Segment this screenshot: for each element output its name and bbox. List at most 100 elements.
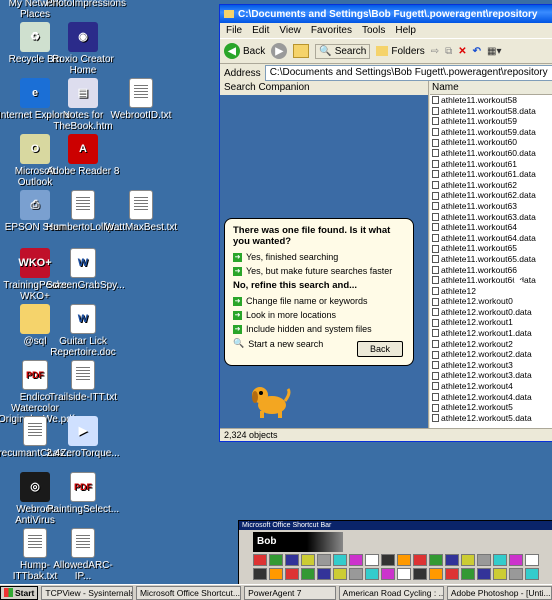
undo-icon[interactable]: ↶ xyxy=(473,46,481,57)
task-poweragent[interactable]: PowerAgent 7 xyxy=(244,585,336,600)
search-dog-icon[interactable] xyxy=(248,381,292,421)
file-row[interactable]: athlete11.workout59 xyxy=(430,116,552,127)
file-row[interactable]: athlete11.workout64 xyxy=(430,222,552,233)
file-row[interactable]: athlete11.workout58 xyxy=(430,95,552,106)
file-row[interactable]: athlete12.workout1 xyxy=(430,317,552,328)
task-photoshop[interactable]: Adobe Photoshop - [Unti... xyxy=(446,585,552,600)
shortcut-app-icon[interactable] xyxy=(525,554,539,566)
shortcut-app-icon[interactable] xyxy=(429,568,443,580)
desktop-icon-txt[interactable]: Trailside-ITT.txt xyxy=(46,360,120,403)
task-office-shortcut[interactable]: Microsoft Office Shortcut... xyxy=(135,585,242,600)
menu-edit[interactable]: Edit xyxy=(252,25,269,36)
shortcut-app-icon[interactable] xyxy=(317,568,331,580)
shortcut-app-icon[interactable] xyxy=(333,554,347,566)
shortcut-app-icon[interactable] xyxy=(317,554,331,566)
desktop-icon-word[interactable]: W Guitar Lick Repertoire.doc xyxy=(46,304,120,358)
shortcut-app-icon[interactable] xyxy=(333,568,347,580)
file-row[interactable]: athlete11.workout63 xyxy=(430,201,552,212)
file-row[interactable]: athlete12.workout4.data xyxy=(430,392,552,403)
balloon-back-button[interactable]: Back xyxy=(357,341,403,357)
shortcut-app-icon[interactable] xyxy=(285,568,299,580)
back-button[interactable]: ◀ Back xyxy=(224,43,265,59)
task-tcpview[interactable]: TCPView - Sysinternals: ... xyxy=(41,585,133,600)
task-american-road-cycling[interactable]: American Road Cycling : ... xyxy=(338,585,444,600)
file-row[interactable]: athlete11.workout65 xyxy=(430,243,552,254)
file-row[interactable]: athlete11.workout62 xyxy=(430,180,552,191)
shortcut-app-icon[interactable] xyxy=(349,568,363,580)
shortcut-app-icon[interactable] xyxy=(381,554,395,566)
desktop-icon-photoimpression[interactable]: PhotoImpressions xyxy=(46,0,126,9)
file-row[interactable]: athlete12.workout5 xyxy=(430,402,552,413)
file-row[interactable]: athlete11.workout63.data xyxy=(430,212,552,223)
file-row[interactable]: athlete12.workout2 xyxy=(430,339,552,350)
file-row[interactable]: athlete12.workout0.data xyxy=(430,307,552,318)
menu-tools[interactable]: Tools xyxy=(362,25,385,36)
shortcut-app-icon[interactable] xyxy=(445,554,459,566)
search-button[interactable]: 🔍 Search xyxy=(315,43,371,59)
option-more-locations[interactable]: ➜ Look in more locations xyxy=(233,310,405,320)
shortcut-app-icon[interactable] xyxy=(493,568,507,580)
option-yes-finished[interactable]: ➜ Yes, finished searching xyxy=(233,252,405,262)
option-change-name[interactable]: ➜ Change file name or keywords xyxy=(233,296,405,306)
menu-view[interactable]: View xyxy=(279,25,301,36)
menu-favorites[interactable]: Favorites xyxy=(311,25,352,36)
file-list[interactable]: Name athlete11.workout58 athlete11.workou… xyxy=(430,81,552,429)
shortcut-bar-title[interactable]: Microsoft Office Shortcut Bar xyxy=(239,521,552,530)
file-row[interactable]: athlete11.workout58.data xyxy=(430,106,552,117)
window-titlebar[interactable]: C:\Documents and Settings\Bob Fugett\.po… xyxy=(220,5,552,23)
file-row[interactable]: athlete11.workout59.data xyxy=(430,127,552,138)
file-row[interactable]: athlete11.workout66.data xyxy=(430,275,552,286)
address-input[interactable]: C:\Documents and Settings\Bob Fugett\.po… xyxy=(264,65,552,81)
file-row[interactable]: athlete11.workout66 xyxy=(430,265,552,276)
shortcut-app-icon[interactable] xyxy=(365,554,379,566)
shortcut-app-icon[interactable] xyxy=(445,568,459,580)
option-hidden-files[interactable]: ➜ Include hidden and system files xyxy=(233,324,405,334)
views-icon[interactable]: ▦▾ xyxy=(487,46,501,57)
desktop-icon-roxio[interactable]: ◉ Roxio Creator Home xyxy=(46,22,120,76)
shortcut-app-icon[interactable] xyxy=(413,554,427,566)
shortcut-app-icon[interactable] xyxy=(301,554,315,566)
file-row[interactable]: athlete11.workout65.data xyxy=(430,254,552,265)
file-row[interactable]: athlete12.workout2.data xyxy=(430,349,552,360)
shortcut-app-icon[interactable] xyxy=(285,554,299,566)
file-row[interactable]: athlete12.workout0 xyxy=(430,296,552,307)
file-row[interactable]: athlete11.workout64.data xyxy=(430,233,552,244)
shortcut-app-icon[interactable] xyxy=(253,554,267,566)
shortcut-app-icon[interactable] xyxy=(397,554,411,566)
column-header-name[interactable]: Name xyxy=(430,81,552,95)
desktop-icon-txt[interactable]: WebrootID.txt xyxy=(104,78,178,121)
shortcut-app-icon[interactable] xyxy=(397,568,411,580)
desktop-icon-word[interactable]: W ScreenGrabSpy... xyxy=(46,248,125,291)
desktop-icon-txt[interactable]: WattMaxBest.txt xyxy=(104,190,178,233)
shortcut-app-icon[interactable] xyxy=(349,554,363,566)
menu-help[interactable]: Help xyxy=(395,25,416,36)
up-folder-icon[interactable] xyxy=(293,44,310,58)
move-to-icon[interactable]: ⇨ xyxy=(431,46,439,57)
start-button[interactable]: Start xyxy=(0,585,39,600)
desktop-icon-pdf[interactable]: PDF PaintingSelect... xyxy=(46,472,120,515)
file-row[interactable]: athlete12 xyxy=(430,286,552,297)
shortcut-app-icon[interactable] xyxy=(381,568,395,580)
shortcut-app-icon[interactable] xyxy=(509,568,523,580)
shortcut-app-icon[interactable] xyxy=(301,568,315,580)
file-row[interactable]: athlete11.workout61 xyxy=(430,159,552,170)
delete-icon[interactable]: ✕ xyxy=(458,46,466,57)
desktop-icon-adobe[interactable]: A Adobe Reader 8 xyxy=(46,134,120,177)
shortcut-app-icon[interactable] xyxy=(429,554,443,566)
shortcut-app-icon[interactable] xyxy=(461,554,475,566)
file-row[interactable]: athlete12.workout1.data xyxy=(430,328,552,339)
shortcut-app-icon[interactable] xyxy=(461,568,475,580)
file-row[interactable]: athlete12.workout4 xyxy=(430,381,552,392)
copy-to-icon[interactable]: ⧉ xyxy=(445,46,452,57)
forward-button[interactable]: ▶ xyxy=(271,43,288,59)
shortcut-app-icon[interactable] xyxy=(509,554,523,566)
shortcut-app-icon[interactable] xyxy=(269,568,283,580)
explorer-window[interactable]: C:\Documents and Settings\Bob Fugett\.po… xyxy=(219,4,552,442)
desktop-icon-movie[interactable]: ▶ 2.4ZeroTorque... xyxy=(46,416,120,459)
shortcut-app-icon[interactable] xyxy=(269,554,283,566)
option-yes-faster[interactable]: ➜ Yes, but make future searches faster xyxy=(233,266,405,276)
file-row[interactable]: athlete12.workout5.data xyxy=(430,413,552,424)
menu-file[interactable]: File xyxy=(226,25,242,36)
shortcut-app-icon[interactable] xyxy=(413,568,427,580)
folders-button[interactable]: Folders xyxy=(376,46,425,57)
